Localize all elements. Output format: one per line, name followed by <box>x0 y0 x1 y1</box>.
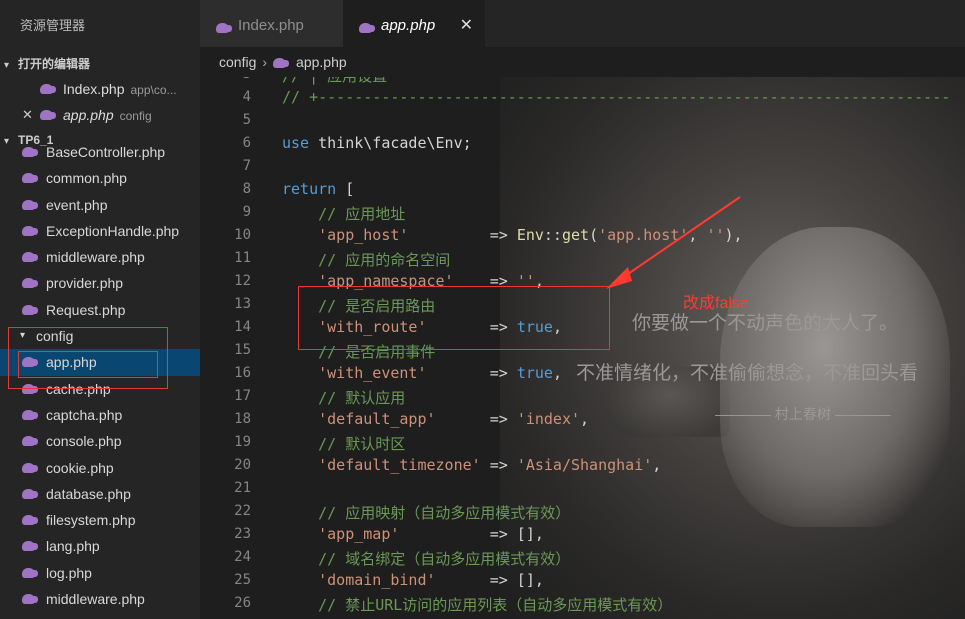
php-file-icon <box>22 304 39 315</box>
chevron-right-icon: › <box>262 54 268 70</box>
php-file-icon <box>22 277 39 289</box>
php-file-icon <box>216 22 233 33</box>
open-editors-section[interactable]: ▾ 打开的编辑器 <box>0 52 200 76</box>
tree-item[interactable]: cache.php <box>0 376 200 402</box>
php-file-icon <box>22 383 39 394</box>
tree-item[interactable]: middleware.php <box>0 586 200 612</box>
php-file-icon <box>22 146 39 157</box>
tree-item[interactable]: lang.php <box>0 533 200 559</box>
code-editor[interactable]: 你要做一个不动声色的大人了。 不准情绪化，不准偷偷想念，不准回头看 ———— 村… <box>200 77 965 619</box>
breadcrumb: config › app.php <box>200 47 965 77</box>
tree-item[interactable]: database.php <box>0 481 200 507</box>
php-file-icon <box>22 462 39 473</box>
close-tab-icon[interactable]: ✕ <box>460 0 473 52</box>
php-file-icon <box>22 540 39 552</box>
breadcrumb-file[interactable]: app.php <box>296 54 347 70</box>
tree-item[interactable]: log.php <box>0 560 200 586</box>
php-file-icon <box>22 172 39 184</box>
tree-item[interactable]: captcha.php <box>0 402 200 428</box>
tab-index-php[interactable]: Index.php <box>200 0 343 47</box>
php-file-icon <box>22 356 39 368</box>
tree-item[interactable]: console.php <box>0 428 200 454</box>
tree-item[interactable]: provider.php <box>0 270 200 296</box>
php-file-icon <box>22 435 39 447</box>
explorer-title: 资源管理器 <box>0 0 200 52</box>
annotation-arrow <box>606 196 741 289</box>
tree-item[interactable]: Request.php <box>0 297 200 323</box>
php-file-icon <box>22 567 39 578</box>
tree-item[interactable]: common.php <box>0 165 200 191</box>
tree-item[interactable]: event.php <box>0 192 200 218</box>
tree-item[interactable]: cookie.php <box>0 455 200 481</box>
php-file-icon <box>22 225 39 236</box>
php-file-icon <box>22 593 39 605</box>
open-editor-app[interactable]: ✕ app.php config <box>0 102 200 128</box>
tree-item[interactable]: middleware.php <box>0 244 200 270</box>
chevron-down-icon: ▾ <box>20 330 26 342</box>
breadcrumb-folder[interactable]: config <box>219 54 256 70</box>
explorer-sidebar: 资源管理器 ▾ 打开的编辑器 Index.php app\co... ✕ app.p… <box>0 0 200 619</box>
tree-item[interactable]: BaseController.php <box>0 139 200 165</box>
php-file-icon <box>359 22 376 33</box>
php-file-icon <box>22 409 39 420</box>
tab-app-php[interactable]: app.php ✕ <box>343 0 485 47</box>
chevron-down-icon: ▾ <box>4 60 10 71</box>
php-file-icon <box>273 57 290 68</box>
tree-item[interactable]: filesystem.php <box>0 507 200 533</box>
php-file-icon <box>22 514 39 526</box>
php-file-icon <box>40 109 57 120</box>
tree-item[interactable]: ExceptionHandle.php <box>0 218 200 244</box>
php-file-icon <box>22 199 39 210</box>
php-file-icon <box>22 488 39 499</box>
php-file-icon <box>40 83 57 94</box>
file-tree: BaseController.php common.php event.php … <box>0 139 200 612</box>
tree-folder-config[interactable]: ▾ config <box>0 323 200 349</box>
php-file-icon <box>22 251 39 263</box>
open-editor-index[interactable]: Index.php app\co... <box>0 76 200 102</box>
tab-bar: Index.php app.php ✕ <box>200 0 965 47</box>
tree-item-selected[interactable]: app.php <box>0 349 200 376</box>
close-icon[interactable]: ✕ <box>22 102 33 128</box>
